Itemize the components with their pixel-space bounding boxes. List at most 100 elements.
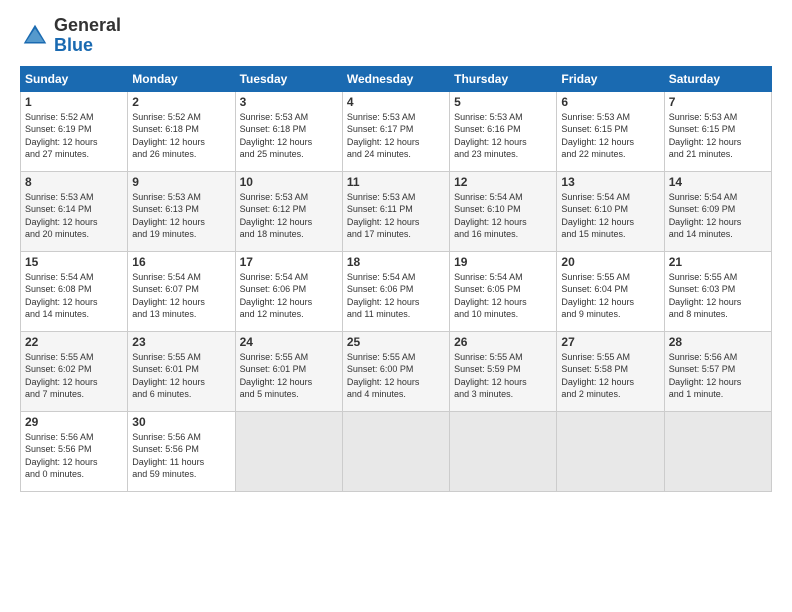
calendar-cell: 24 Sunrise: 5:55 AM Sunset: 6:01 PM Dayli… [235, 331, 342, 411]
day-info: Sunrise: 5:55 AM Sunset: 6:01 PM Dayligh… [132, 351, 230, 401]
day-number: 19 [454, 255, 552, 269]
col-header-monday: Monday [128, 66, 235, 91]
calendar-cell: 10Sunrise: 5:53 AM Sunset: 6:12 PM Dayli… [235, 171, 342, 251]
day-number: 6 [561, 95, 659, 109]
day-number: 7 [669, 95, 767, 109]
day-info: Sunrise: 5:53 AM Sunset: 6:15 PM Dayligh… [669, 111, 767, 161]
day-info: Sunrise: 5:52 AM Sunset: 6:19 PM Dayligh… [25, 111, 123, 161]
day-number: 29 [25, 415, 123, 429]
day-number: 13 [561, 175, 659, 189]
calendar-cell: 22 Sunrise: 5:55 AM Sunset: 6:02 PM Dayli… [21, 331, 128, 411]
calendar-cell: 17 Sunrise: 5:54 AM Sunset: 6:06 PM Dayli… [235, 251, 342, 331]
day-info: Sunrise: 5:56 AM Sunset: 5:56 PM Dayligh… [132, 431, 230, 481]
calendar-cell: 30 Sunrise: 5:56 AM Sunset: 5:56 PM Dayli… [128, 411, 235, 491]
day-info: Sunrise: 5:55 AM Sunset: 5:58 PM Dayligh… [561, 351, 659, 401]
calendar-cell: 3 Sunrise: 5:53 AM Sunset: 6:18 PM Daylig… [235, 91, 342, 171]
calendar-cell: 6 Sunrise: 5:53 AM Sunset: 6:15 PM Daylig… [557, 91, 664, 171]
day-info: Sunrise: 5:55 AM Sunset: 5:59 PM Dayligh… [454, 351, 552, 401]
day-info: Sunrise: 5:54 AM Sunset: 6:10 PM Dayligh… [454, 191, 552, 241]
day-number: 30 [132, 415, 230, 429]
day-number: 8 [25, 175, 123, 189]
calendar-cell: 29 Sunrise: 5:56 AM Sunset: 5:56 PM Dayli… [21, 411, 128, 491]
calendar-cell: 8 Sunrise: 5:53 AM Sunset: 6:14 PM Daylig… [21, 171, 128, 251]
day-number: 14 [669, 175, 767, 189]
day-number: 17 [240, 255, 338, 269]
day-info: Sunrise: 5:54 AM Sunset: 6:07 PM Dayligh… [132, 271, 230, 321]
day-info: Sunrise: 5:53 AM Sunset: 6:14 PM Dayligh… [25, 191, 123, 241]
day-info: Sunrise: 5:55 AM Sunset: 6:03 PM Dayligh… [669, 271, 767, 321]
calendar-cell: 11Sunrise: 5:53 AM Sunset: 6:11 PM Dayli… [342, 171, 449, 251]
day-number: 2 [132, 95, 230, 109]
calendar-cell [557, 411, 664, 491]
day-info: Sunrise: 5:53 AM Sunset: 6:16 PM Dayligh… [454, 111, 552, 161]
calendar-cell: 20 Sunrise: 5:55 AM Sunset: 6:04 PM Dayli… [557, 251, 664, 331]
day-info: Sunrise: 5:53 AM Sunset: 6:13 PM Dayligh… [132, 191, 230, 241]
calendar-cell: 26 Sunrise: 5:55 AM Sunset: 5:59 PM Dayli… [450, 331, 557, 411]
calendar-table: SundayMondayTuesdayWednesdayThursdayFrid… [20, 66, 772, 492]
logo-text: GeneralBlue [54, 16, 121, 56]
day-info: Sunrise: 5:56 AM Sunset: 5:57 PM Dayligh… [669, 351, 767, 401]
calendar-cell: 23 Sunrise: 5:55 AM Sunset: 6:01 PM Dayli… [128, 331, 235, 411]
day-number: 16 [132, 255, 230, 269]
day-info: Sunrise: 5:54 AM Sunset: 6:06 PM Dayligh… [240, 271, 338, 321]
day-info: Sunrise: 5:52 AM Sunset: 6:18 PM Dayligh… [132, 111, 230, 161]
day-number: 18 [347, 255, 445, 269]
logo-icon [20, 21, 50, 51]
day-number: 4 [347, 95, 445, 109]
day-number: 24 [240, 335, 338, 349]
day-number: 26 [454, 335, 552, 349]
day-info: Sunrise: 5:54 AM Sunset: 6:10 PM Dayligh… [561, 191, 659, 241]
day-number: 27 [561, 335, 659, 349]
day-number: 28 [669, 335, 767, 349]
day-info: Sunrise: 5:54 AM Sunset: 6:09 PM Dayligh… [669, 191, 767, 241]
calendar-cell: 7 Sunrise: 5:53 AM Sunset: 6:15 PM Daylig… [664, 91, 771, 171]
col-header-wednesday: Wednesday [342, 66, 449, 91]
calendar-cell: 9 Sunrise: 5:53 AM Sunset: 6:13 PM Daylig… [128, 171, 235, 251]
col-header-tuesday: Tuesday [235, 66, 342, 91]
col-header-saturday: Saturday [664, 66, 771, 91]
logo: GeneralBlue [20, 16, 121, 56]
day-number: 3 [240, 95, 338, 109]
day-number: 20 [561, 255, 659, 269]
day-number: 21 [669, 255, 767, 269]
day-number: 25 [347, 335, 445, 349]
day-info: Sunrise: 5:55 AM Sunset: 6:02 PM Dayligh… [25, 351, 123, 401]
day-number: 10 [240, 175, 338, 189]
day-number: 15 [25, 255, 123, 269]
calendar-cell: 25 Sunrise: 5:55 AM Sunset: 6:00 PM Dayli… [342, 331, 449, 411]
day-info: Sunrise: 5:54 AM Sunset: 6:08 PM Dayligh… [25, 271, 123, 321]
calendar-cell: 12 Sunrise: 5:54 AM Sunset: 6:10 PM Dayli… [450, 171, 557, 251]
day-number: 12 [454, 175, 552, 189]
day-info: Sunrise: 5:55 AM Sunset: 6:00 PM Dayligh… [347, 351, 445, 401]
day-info: Sunrise: 5:53 AM Sunset: 6:17 PM Dayligh… [347, 111, 445, 161]
day-info: Sunrise: 5:53 AM Sunset: 6:11 PM Dayligh… [347, 191, 445, 241]
calendar-cell [235, 411, 342, 491]
calendar-cell: 15 Sunrise: 5:54 AM Sunset: 6:08 PM Dayli… [21, 251, 128, 331]
day-info: Sunrise: 5:55 AM Sunset: 6:01 PM Dayligh… [240, 351, 338, 401]
calendar-cell: 18 Sunrise: 5:54 AM Sunset: 6:06 PM Dayli… [342, 251, 449, 331]
calendar-cell [664, 411, 771, 491]
calendar-cell: 28 Sunrise: 5:56 AM Sunset: 5:57 PM Dayli… [664, 331, 771, 411]
page-header: GeneralBlue [20, 16, 772, 56]
day-info: Sunrise: 5:55 AM Sunset: 6:04 PM Dayligh… [561, 271, 659, 321]
day-number: 22 [25, 335, 123, 349]
calendar-cell [342, 411, 449, 491]
day-info: Sunrise: 5:54 AM Sunset: 6:05 PM Dayligh… [454, 271, 552, 321]
day-info: Sunrise: 5:54 AM Sunset: 6:06 PM Dayligh… [347, 271, 445, 321]
calendar-cell: 27 Sunrise: 5:55 AM Sunset: 5:58 PM Dayli… [557, 331, 664, 411]
calendar-cell: 2 Sunrise: 5:52 AM Sunset: 6:18 PM Daylig… [128, 91, 235, 171]
day-number: 23 [132, 335, 230, 349]
day-info: Sunrise: 5:53 AM Sunset: 6:18 PM Dayligh… [240, 111, 338, 161]
day-info: Sunrise: 5:53 AM Sunset: 6:15 PM Dayligh… [561, 111, 659, 161]
day-info: Sunrise: 5:56 AM Sunset: 5:56 PM Dayligh… [25, 431, 123, 481]
col-header-friday: Friday [557, 66, 664, 91]
calendar-cell: 1 Sunrise: 5:52 AM Sunset: 6:19 PM Daylig… [21, 91, 128, 171]
calendar-cell: 14 Sunrise: 5:54 AM Sunset: 6:09 PM Dayli… [664, 171, 771, 251]
col-header-thursday: Thursday [450, 66, 557, 91]
day-number: 9 [132, 175, 230, 189]
day-number: 5 [454, 95, 552, 109]
col-header-sunday: Sunday [21, 66, 128, 91]
calendar-cell: 19 Sunrise: 5:54 AM Sunset: 6:05 PM Dayli… [450, 251, 557, 331]
day-number: 1 [25, 95, 123, 109]
calendar-cell: 21 Sunrise: 5:55 AM Sunset: 6:03 PM Dayli… [664, 251, 771, 331]
